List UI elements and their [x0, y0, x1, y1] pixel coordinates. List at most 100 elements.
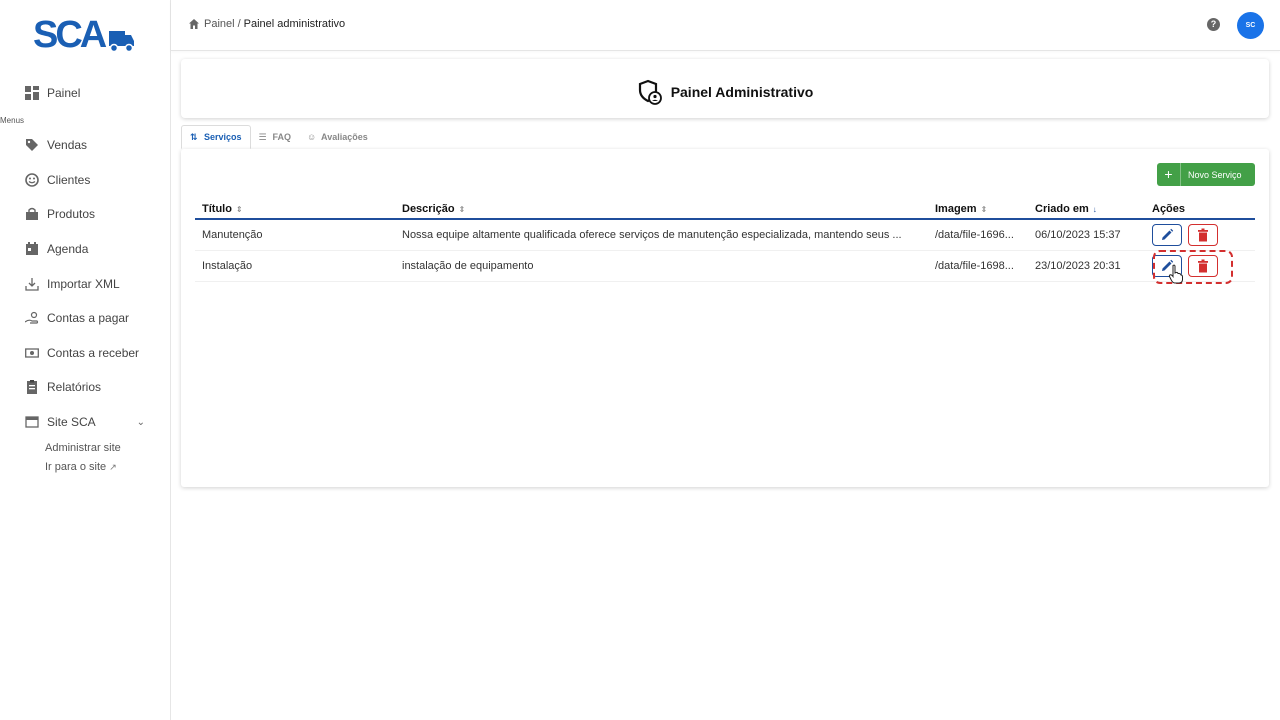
column-header-titulo[interactable]: Título ⇕	[195, 199, 395, 220]
column-label: Imagem	[935, 202, 977, 215]
table-row: Instalação instalação de equipamento /da…	[195, 250, 1255, 282]
breadcrumb: Painel / Painel administrativo	[188, 18, 345, 30]
sidebar-item-label: Contas a receber	[47, 345, 140, 360]
sort-icon: ⇕	[235, 204, 243, 214]
row-actions	[1152, 223, 1255, 246]
breadcrumb-home[interactable]: Painel	[204, 18, 235, 30]
cell-acoes	[1145, 219, 1255, 251]
new-service-button[interactable]: + Novo Serviço	[1157, 163, 1255, 186]
submenu-ir-para-o-site[interactable]: Ir para o site ↗	[45, 458, 171, 477]
page-title-text: Painel Administrativo	[670, 84, 814, 100]
services-panel: + Novo Serviço Título ⇕ Descrição ⇕ Imagem…	[181, 149, 1269, 487]
sidebar-item-vendas[interactable]: Vendas	[0, 128, 171, 163]
pencil-icon	[1162, 228, 1174, 240]
sidebar-item-label: Produtos	[47, 207, 96, 222]
submenu-administrar-site[interactable]: Administrar site	[45, 439, 171, 458]
sidebar-top: Painel	[0, 76, 171, 111]
shopping-bag-icon	[24, 206, 40, 222]
svg-text:SCA: SCA	[33, 14, 107, 54]
sidebar-item-painel[interactable]: Painel	[0, 76, 171, 111]
breadcrumb-separator: /	[237, 18, 241, 30]
delete-button[interactable]	[1188, 254, 1218, 277]
sidebar-item-site-sca[interactable]: Site SCA ⌄	[0, 405, 171, 440]
sidebar-item-contas-a-receber[interactable]: Contas a receber	[0, 336, 171, 371]
column-label: Ações	[1152, 202, 1186, 215]
cell-descricao: Nossa equipe altamente qualificada ofere…	[395, 219, 928, 251]
column-label: Descrição	[402, 202, 455, 215]
sidebar-item-label: Agenda	[47, 242, 89, 257]
external-link-icon: ↗	[109, 462, 117, 473]
tab-faq[interactable]: ☰ FAQ	[251, 125, 300, 149]
services-icon: ⇅	[190, 132, 198, 142]
table-row: Manutenção Nossa equipe altamente qualif…	[195, 219, 1255, 251]
tag-icon	[24, 137, 40, 153]
list-icon: ☰	[258, 132, 267, 142]
new-service-label: Novo Serviço	[1188, 169, 1242, 180]
sidebar-item-agenda[interactable]: Agenda	[0, 232, 171, 267]
tab-avaliacoes[interactable]: ☺ Avaliações	[299, 125, 376, 149]
app-root: SCA Painel Menus Vendas Clientes Produto…	[0, 0, 1280, 720]
tabs: ⇅ Serviços ☰ FAQ ☺ Avaliações	[181, 125, 376, 149]
site-submenu: Administrar site Ir para o site ↗	[0, 439, 171, 477]
column-label: Título	[202, 202, 232, 215]
sidebar-item-clientes[interactable]: Clientes	[0, 163, 171, 198]
smiley-icon	[24, 172, 40, 188]
column-header-imagem[interactable]: Imagem ⇕	[928, 199, 1028, 220]
chevron-down-icon[interactable]: ⌄	[137, 417, 145, 428]
edit-button[interactable]	[1152, 254, 1182, 277]
sidebar-item-label: Importar XML	[47, 276, 120, 291]
cell-titulo: Manutenção	[195, 219, 395, 251]
home-icon[interactable]	[188, 18, 200, 30]
plus-icon: +	[1157, 163, 1181, 186]
download-icon	[24, 276, 40, 292]
trash-icon	[1198, 259, 1208, 272]
sidebar-item-produtos[interactable]: Produtos	[0, 197, 171, 232]
sort-icon: ⇕	[980, 204, 988, 214]
sidebar-menu-list: Vendas Clientes Produtos Agenda Importar…	[0, 128, 171, 477]
tab-label: Serviços	[204, 132, 242, 142]
sidebar-item-importar-xml[interactable]: Importar XML	[0, 266, 171, 301]
submenu-label: Ir para o site	[45, 461, 107, 474]
thumbs-up-icon: ☺	[307, 132, 317, 142]
sort-icon: ⇕	[458, 204, 466, 214]
services-table: Título ⇕ Descrição ⇕ Imagem ⇕ Criado em ↓ Aç…	[195, 199, 1255, 282]
row-actions	[1152, 254, 1255, 277]
column-header-acoes: Ações	[1145, 199, 1255, 220]
shield-user-icon	[638, 79, 662, 105]
clipboard-icon	[24, 379, 40, 395]
hand-coin-icon	[24, 310, 40, 326]
money-icon	[24, 345, 40, 361]
browser-window-icon	[24, 414, 40, 430]
tab-servicos[interactable]: ⇅ Serviços	[181, 125, 251, 149]
delete-button[interactable]	[1188, 223, 1218, 246]
avatar[interactable]: SC	[1237, 12, 1264, 39]
sidebar-item-label: Site SCA	[47, 415, 96, 430]
sidebar-item-label: Vendas	[47, 138, 88, 153]
dashboard-icon	[24, 85, 40, 101]
column-header-criado-em[interactable]: Criado em ↓	[1028, 199, 1145, 220]
trash-icon	[1198, 228, 1208, 242]
page-header-card: Painel Administrativo	[181, 59, 1269, 118]
calendar-icon	[24, 241, 40, 257]
column-header-descricao[interactable]: Descrição ⇕	[395, 199, 928, 220]
sca-logo[interactable]: SCA	[33, 14, 135, 56]
help-icon[interactable]: ?	[1207, 18, 1220, 31]
cell-imagem: /data/file-1698...	[928, 250, 1028, 282]
sidebar-item-label: Relatórios	[47, 380, 102, 395]
sidebar-item-label: Painel	[47, 86, 81, 101]
sidebar-item-relatorios[interactable]: Relatórios	[0, 370, 171, 405]
breadcrumb-current: Painel administrativo	[243, 18, 346, 30]
cell-descricao: instalação de equipamento	[395, 250, 928, 282]
cell-criado-em: 23/10/2023 20:31	[1028, 250, 1145, 282]
cell-imagem: /data/file-1696...	[928, 219, 1028, 251]
topbar: Painel / Painel administrativo ? SC	[171, 0, 1280, 51]
tab-label: Avaliações	[321, 132, 368, 142]
tab-label: FAQ	[272, 132, 292, 142]
cell-acoes	[1145, 250, 1255, 282]
column-label: Criado em	[1035, 202, 1089, 215]
page-title: Painel Administrativo	[181, 79, 1269, 105]
edit-button[interactable]	[1152, 223, 1182, 246]
pencil-icon	[1162, 259, 1174, 271]
sidebar-item-contas-a-pagar[interactable]: Contas a pagar	[0, 301, 171, 336]
sort-desc-icon: ↓	[1092, 204, 1097, 214]
